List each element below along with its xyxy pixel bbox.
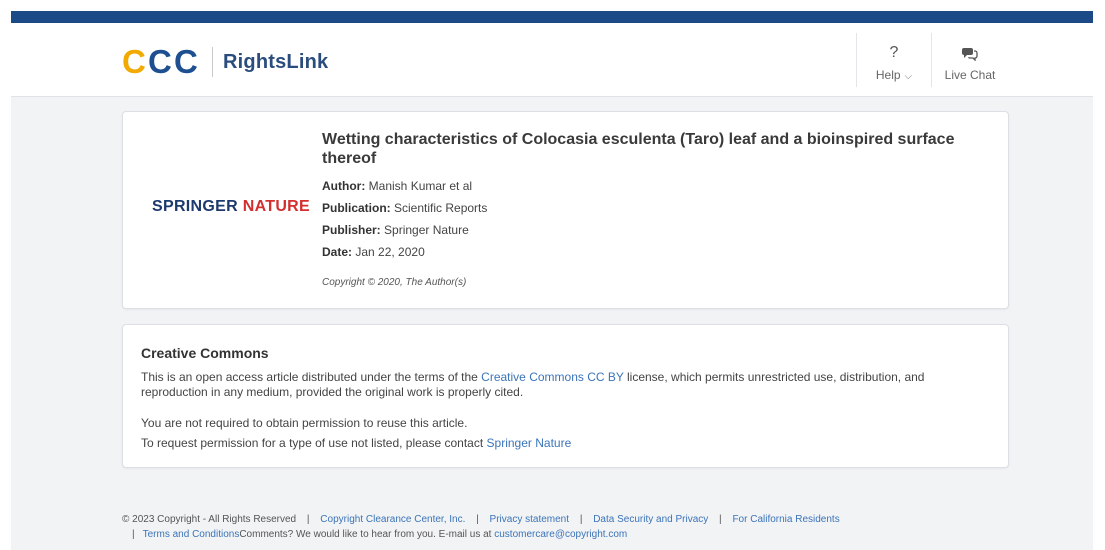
footer: © 2023 Copyright - All Rights Reserved |…: [122, 512, 1022, 542]
creative-commons-card: Creative Commons This is an open access …: [122, 324, 1009, 468]
footer-separator: |: [719, 514, 722, 525]
help-label: Help: [875, 68, 901, 82]
no-permission-note: You are not required to obtain permissio…: [141, 416, 468, 430]
footer-comments: Comments? We would like to hear from you…: [239, 529, 495, 540]
product-name: RightsLink: [223, 50, 329, 73]
cc-text: This is an open access article distribut…: [141, 370, 482, 384]
cc-text: To request permission for a type of use …: [141, 436, 487, 450]
cc-by-license-link[interactable]: Creative Commons CC BY: [481, 370, 624, 384]
footer-email-link[interactable]: customercare@copyright.com: [494, 529, 627, 540]
publication-label: Publication:: [322, 201, 391, 215]
date-label: Date:: [322, 245, 353, 259]
header: C C C RightsLink ? Help ⌵ Live Chat: [11, 23, 1093, 97]
top-accent-bar: [11, 11, 1093, 23]
ccc-logo-icon: C C C: [122, 46, 198, 78]
live-chat-button[interactable]: Live Chat: [932, 43, 1008, 82]
footer-california-link[interactable]: For California Residents: [732, 514, 839, 525]
article-title: Wetting characteristics of Colocasia esc…: [322, 131, 955, 167]
publisher-label: Publisher:: [322, 223, 381, 237]
request-permission-note: To request permission for a type of use …: [141, 436, 571, 450]
article-copyright: Copyright © 2020, The Author(s): [322, 277, 467, 288]
ccc-letter-2: C: [148, 46, 172, 78]
footer-separator: |: [132, 529, 135, 540]
article-publisher: Publisher: Springer Nature: [322, 223, 469, 237]
article-publication: Publication: Scientific Reports: [322, 201, 487, 215]
footer-separator: |: [579, 514, 583, 525]
footer-terms-link[interactable]: Terms and Conditions: [143, 529, 240, 540]
chat-bubbles-icon: [932, 43, 1008, 63]
cc-description: This is an open access article distribut…: [141, 370, 991, 400]
article-date: Date: Jan 22, 2020: [322, 245, 425, 259]
footer-privacy-link[interactable]: Privacy statement: [490, 514, 569, 525]
footer-line-1: © 2023 Copyright - All Rights Reserved |…: [122, 512, 1022, 527]
footer-separator: |: [306, 514, 310, 525]
live-chat-label: Live Chat: [944, 68, 996, 82]
footer-separator: |: [476, 514, 479, 525]
logo-part-springer: SPRINGER: [152, 198, 238, 215]
publisher-value: Springer Nature: [384, 223, 469, 237]
footer-ccc-link[interactable]: Copyright Clearance Center, Inc.: [320, 514, 465, 525]
publication-value: Scientific Reports: [394, 201, 488, 215]
logo-part-nature: NATURE: [242, 198, 311, 215]
date-value: Jan 22, 2020: [355, 245, 425, 259]
page: C C C RightsLink ? Help ⌵ Live Chat SPRI…: [11, 23, 1093, 550]
help-menu[interactable]: ? Help ⌵: [859, 43, 929, 82]
chevron-down-icon: ⌵: [904, 71, 913, 82]
cc-title: Creative Commons: [141, 345, 269, 361]
article-author: Author: Manish Kumar et al: [322, 179, 472, 193]
springer-nature-logo: SPRINGER NATURE: [152, 198, 310, 216]
contact-springer-nature-link[interactable]: Springer Nature: [487, 436, 572, 450]
ccc-letter-3: C: [174, 46, 198, 78]
footer-data-security-link[interactable]: Data Security and Privacy: [593, 514, 708, 525]
logo-divider: [212, 47, 213, 77]
article-card: SPRINGER NATURE Wetting characteristics …: [122, 111, 1009, 309]
ccc-letter-1: C: [122, 46, 146, 78]
nav-divider: [856, 33, 857, 87]
author-value: Manish Kumar et al: [368, 179, 473, 193]
author-label: Author:: [322, 179, 366, 193]
rightslink-logo[interactable]: C C C RightsLink: [122, 45, 328, 79]
question-mark-icon: ?: [889, 44, 899, 61]
footer-line-2: | Terms and ConditionsComments? We would …: [122, 527, 1022, 542]
footer-copyright: © 2023 Copyright - All Rights Reserved: [122, 514, 297, 525]
